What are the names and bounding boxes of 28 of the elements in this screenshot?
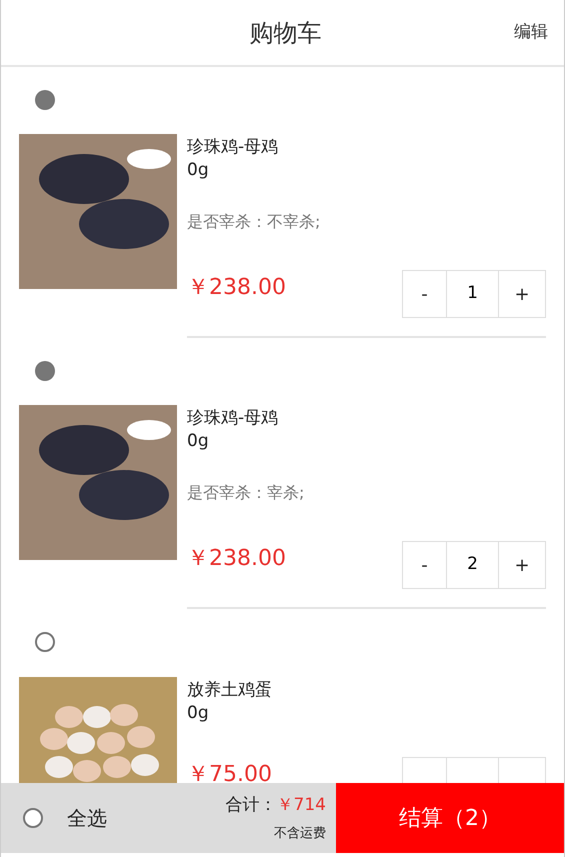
product-name: 珍珠鸡-母鸡 (187, 407, 280, 429)
quantity-value[interactable]: 2 (447, 542, 499, 588)
radio-button[interactable] (23, 808, 43, 828)
total-amount: ￥714 (276, 794, 326, 816)
product-price: ￥238.00 (187, 274, 286, 302)
product-attribute: 是否宰杀：宰杀; (187, 482, 304, 504)
page-title: 购物车 (250, 18, 322, 48)
product-price: ￥75.00 (187, 761, 272, 783)
increase-button[interactable]: + (499, 271, 545, 317)
product-weight: 0g (187, 430, 210, 453)
increase-button[interactable]: + (499, 542, 545, 588)
product-price: ￥238.00 (187, 545, 286, 573)
checkout-button[interactable]: 结算（2） (336, 783, 564, 853)
product-weight: 0g (187, 159, 210, 182)
product-name: 珍珠鸡-母鸡 (187, 136, 280, 158)
quantity-value[interactable]: 1 (447, 271, 499, 317)
radio-button[interactable] (35, 361, 55, 381)
radio-button[interactable] (35, 632, 55, 652)
edit-button[interactable]: 编辑 (514, 20, 548, 46)
decrease-button[interactable]: - (403, 542, 447, 588)
total-label: 合计： (226, 794, 277, 816)
select-all-label[interactable]: 全选 (67, 803, 107, 833)
product-name: 放养土鸡蛋 (187, 679, 273, 701)
radio-button[interactable] (35, 90, 55, 110)
product-attribute: 是否宰杀：不宰杀; (187, 211, 320, 233)
shipping-note: 不含运费 (274, 825, 326, 843)
product-weight: 0g (187, 702, 210, 725)
decrease-button[interactable]: - (403, 271, 447, 317)
